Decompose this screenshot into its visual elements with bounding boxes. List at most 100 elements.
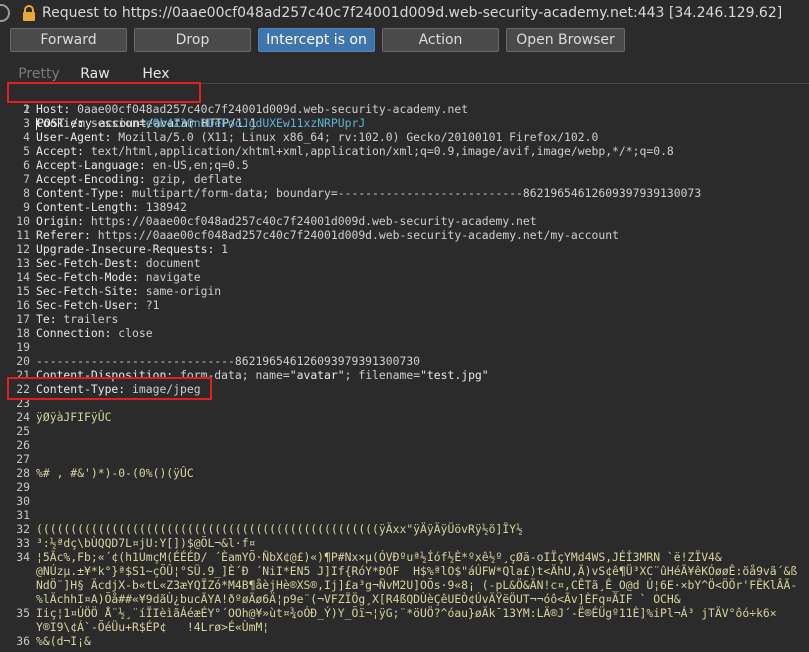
header-line: 17 Te: trailers [16,312,119,326]
header-name: Content-Length: [36,200,139,214]
empty-line: 25 [16,424,30,438]
header-name: Accept-Language: [36,158,146,172]
header-line: 6 Accept-Language: en-US,en;q=0.5 [23,158,249,172]
action-button[interactable]: Action [382,28,499,52]
header-line: 13 Sec-Fetch-Dest: document [16,256,201,270]
header-name: Sec-Fetch-Site: [36,284,139,298]
header-line: 8 Content-Type: multipart/form-data; boun… [23,186,702,200]
view-tabs: Pretty Raw Hex [0,64,809,84]
request-title: Request to https://0aae00cf048ad257c40c7… [42,5,783,21]
forward-button[interactable]: Forward [10,28,127,52]
empty-line: 29 [16,480,30,494]
binary-line: Y®I9\¢Á`-ÕéÜu+R$ÉP¢ !4Lrø>É«ÙmM¦ [0,620,809,634]
highlight-box-content-type [7,377,212,400]
header-value: session= [84,116,146,130]
binary-line: 28 %# , #&')*)-0-(0%()(ÿÛC [16,466,194,480]
filename-value: "test.jpg" [420,368,489,382]
empty-line: 27 [16,452,30,466]
header-name: Host: [36,102,71,116]
binary-data: %# , #&')*)-0-(0%()(ÿÛC [36,466,194,480]
header-value: 0aae00cf048ad257c40c7f24001d009d.web-sec… [70,102,469,116]
header-name: Connection: [36,326,112,340]
header-value: 138942 [138,200,187,214]
field-name-value: "avatar" [289,368,345,382]
header-line: 12 Upgrade-Insecure-Requests: 1 [16,242,229,256]
header-name: Sec-Fetch-User: [36,298,139,312]
highlight-box-request-line [7,82,201,103]
header-name: Origin: [36,214,85,228]
boundary-line: 20 -----------------------------862196546… [16,354,421,368]
binary-data: Iiç¦1¤ÚÖÖ Å¨½¸¨íÏIèìãÁéæÉY°´OOh@¥»ùt¤¾oÓ… [36,606,777,620]
header-line: 15 Sec-Fetch-Site: same-origin [16,284,222,298]
tab-pretty[interactable]: Pretty [18,64,60,84]
binary-line: 24 ÿØÿàJFIFÿÛC [16,410,112,424]
header-name: Sec-Fetch-Dest: [36,256,139,270]
binary-data: ³:½ªdç\bÙQQD7L¤jU:Y[])$@ÕL¬&l·f¤ [36,536,256,550]
header-line: 9 Content-Length: 138942 [23,200,187,214]
empty-line: 26 [16,438,30,452]
header-name: Accept-Encoding: [36,172,146,186]
tab-raw[interactable]: Raw [70,64,120,84]
header-name: User-Agent: [36,130,112,144]
header-value: en-US,en;q=0.5 [145,158,249,172]
header-name: Accept: [36,144,85,158]
binary-line: 36 %&(d¬I¡& [16,634,91,648]
empty-line: 31 [16,508,30,522]
drop-button[interactable]: Drop [134,28,251,52]
binary-line: 32((((((((((((((((((((((((((((((((((((((… [16,522,523,536]
binary-line: 33 ³:½ªdç\bÙQQD7L¤jU:Y[])$@ÕL¬&l·f¤ [16,536,256,550]
empty-line: 19 [16,340,30,354]
header-value: multipart/form-data; boundary=----------… [125,186,702,200]
header-value: close [111,326,153,340]
header-value: gzip, deflate [145,172,242,186]
binary-line: NdÖ¨]H§ ÄcdjX-b«tL«Z3æYQÏZó*M4B¶åèjHè®XS… [0,578,809,592]
header-line: 2 Host: 0aae00cf048ad257c40c7f24001d009d.… [23,102,469,116]
binary-data: ¦5Ãc%,Fb;«´¢(h1UmçM(ÉÉÉD/ ´ÈamYÕ·ÑbX¢@£)… [36,550,722,564]
header-value: text/html,application/xhtml+xml,applicat… [84,144,674,158]
lock-icon [22,5,36,21]
header-name: Te: [36,312,57,326]
binary-data: @NÚzµ.±¥*k°}ª$S1~çÕÛ¦°SÜ.9_]È´Ð ´NiI*EN5… [36,564,798,578]
window-circle-icon [0,4,10,22]
binary-data: %&(d¬I¡& [36,634,91,648]
binary-line: @NÚzµ.±¥*k°}ª$S1~çÕÛ¦°SÜ.9_]È´Ð ´NiI*EN5… [0,564,809,578]
header-name: Upgrade-Insecure-Requests: [36,242,215,256]
header-name: Cookie: [36,116,85,130]
header-value: https://0aae00cf048ad257c40c7f24001d009d… [90,228,619,242]
header-line: 14 Sec-Fetch-Mode: navigate [16,270,201,284]
binary-data: ÿØÿàJFIFÿÛC [36,410,112,424]
intercept-toggle-button[interactable]: Intercept is on [258,28,375,52]
header-line: 5 Accept: text/html,application/xhtml+xml… [23,144,674,158]
header-line: 18 Connection: close [16,326,153,340]
binary-data: Y®I9\¢Á`-ÕéÜu+R$ÉP¢ !4Lrø>É«ÙmM¦ [36,620,270,634]
header-value: 1 [214,242,229,256]
header-name: Content-Type: [36,186,126,200]
header-value: trailers [56,312,119,326]
header-value: https://0aae00cf048ad257c40c7f24001d009d… [84,214,537,228]
header-value: Mozilla/5.0 (X11; Linux x86_64; rv:102.0… [111,130,599,144]
header-line: 11 Referer: https://0aae00cf048ad257c40c7… [16,228,619,242]
intercept-toolbar: Forward Drop Intercept is on Action Open… [0,28,809,54]
header-line: 3 Cookie: session=eQb4Z3QnDDeFooJgdUXEw11… [23,116,366,130]
binary-data: %lÄchhI¤A)Õå##«¥9dãÙ¿bucÃYA!ðºøÃø6Ä¦p9e¨… [36,592,681,606]
header-value: navigate [138,270,201,284]
header-value: same-origin [138,284,222,298]
header-line: 7 Accept-Encoding: gzip, deflate [23,172,242,186]
title-bar: Request to https://0aae00cf048ad257c40c7… [0,0,809,26]
open-browser-button[interactable]: Open Browser [506,28,625,52]
header-value: document [138,256,201,270]
request-editor[interactable]: 1 POST /my-account/avatar HTTP/1.1 2 Host… [0,86,809,652]
header-line: 10 Origin: https://0aae00cf048ad257c40c7f… [16,214,537,228]
header-line: 4 User-Agent: Mozilla/5.0 (X11; Linux x86… [23,130,599,144]
header-value: ?1 [138,298,160,312]
header-name: Referer: [36,228,91,242]
binary-line: %lÄchhI¤A)Õå##«¥9dãÙ¿bucÃYA!ðºøÃø6Ä¦p9e¨… [0,592,809,606]
empty-line: 30 [16,494,30,508]
tab-hex[interactable]: Hex [134,64,178,84]
binary-line: 35 Iiç¦1¤ÚÖÖ Å¨½¸¨íÏIèìãÁéæÉY°´OOh@¥»ùt¤¾… [16,606,777,620]
session-token: eQb4Z3QnDDeFooJgdUXEw11xzNRPUprJ [145,116,366,130]
binary-data: ((((((((((((((((((((((((((((((((((((((((… [36,522,523,536]
header-name: Sec-Fetch-Mode: [36,270,139,284]
binary-data: NdÖ¨]H§ ÄcdjX-b«tL«Z3æYQÏZó*M4B¶åèjHè®XS… [36,578,798,592]
binary-line: 34 ¦5Ãc%,Fb;«´¢(h1UmçM(ÉÉÉD/ ´ÈamYÕ·ÑbX¢@… [16,550,722,564]
